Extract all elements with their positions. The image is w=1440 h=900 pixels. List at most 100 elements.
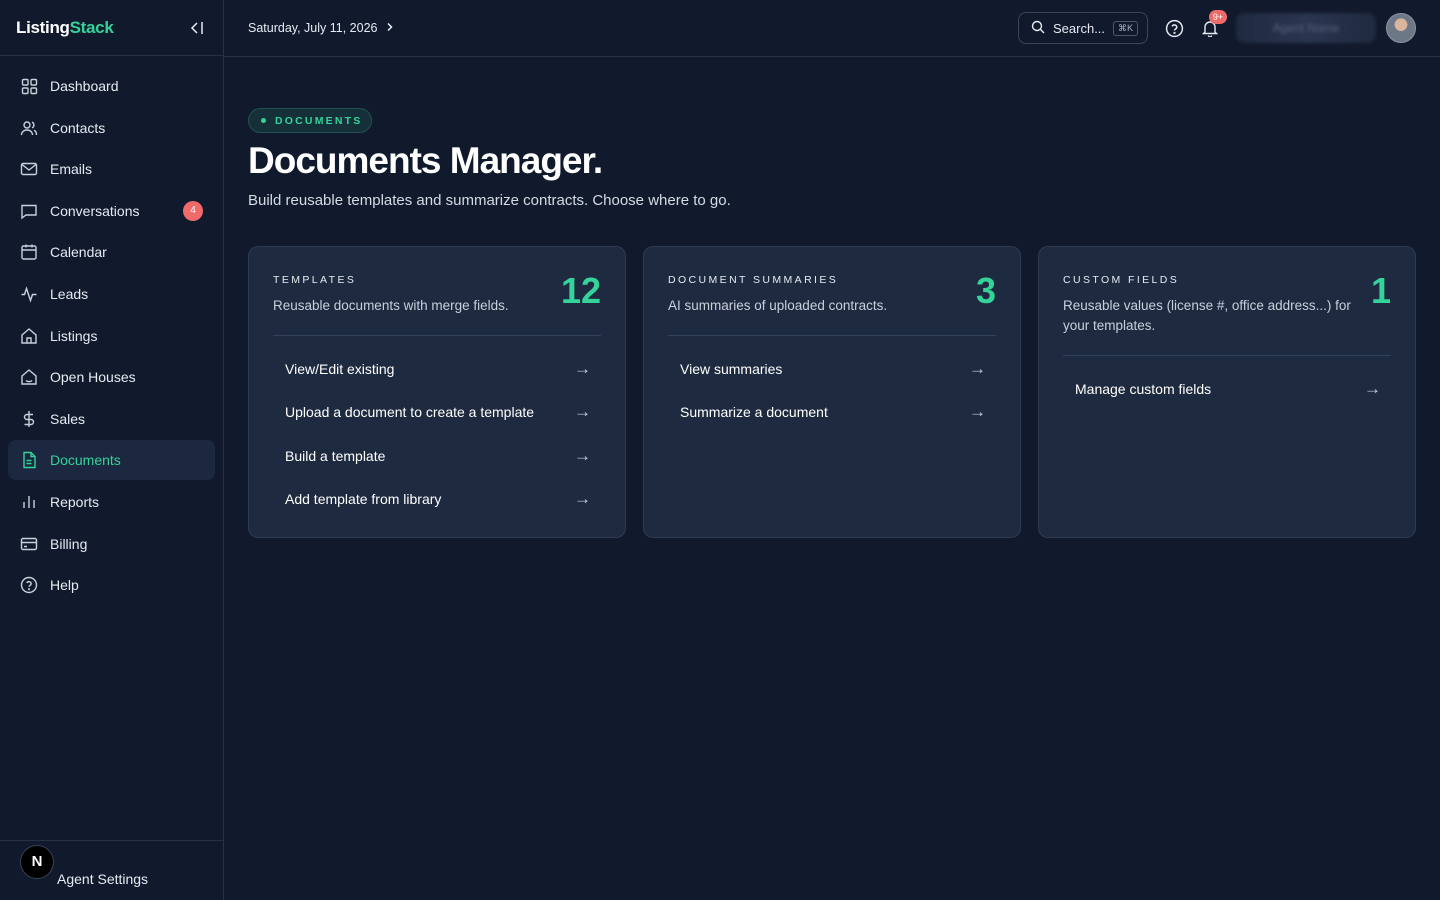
user-avatar[interactable] [1386,13,1416,43]
link-label: View summaries [680,360,783,377]
current-date: Saturday, July 11, 2026 [248,21,378,35]
top-header: Saturday, July 11, 2026 Search... ⌘K 9+ … [224,0,1440,57]
collapse-sidebar-icon[interactable] [187,18,207,38]
sidebar-item-listings[interactable]: Listings [8,316,215,356]
card-label: CUSTOM FIELDS [1063,274,1180,286]
upload-document-template-link[interactable]: Upload a document to create a template → [273,391,601,435]
sidebar-item-conversations[interactable]: Conversations 4 [8,191,215,231]
brand-bar: ListingStack [0,0,223,56]
brand-logo-part2: Stack [69,17,114,37]
section-tag: DOCUMENTS [248,108,372,133]
sidebar-item-label: Help [50,577,79,594]
chat-icon [20,202,38,220]
sidebar-item-dashboard[interactable]: Dashboard [8,66,215,106]
view-summaries-link[interactable]: View summaries → [668,347,996,391]
sidebar-item-label: Dashboard [50,78,119,94]
arrow-right-icon: → [1364,378,1381,398]
view-edit-templates-link[interactable]: View/Edit existing → [273,347,601,391]
page-title: Documents Manager. [248,140,603,181]
arrow-right-icon: → [969,402,986,422]
notifications-badge: 9+ [1209,10,1227,24]
activity-icon [20,285,38,303]
status-dot [261,118,266,123]
search-shortcut: ⌘K [1113,20,1139,36]
card-header: DOCUMENT SUMMARIES AI summaries of uploa… [668,271,996,336]
brand-logo[interactable]: ListingStack [16,18,114,38]
summarize-document-link[interactable]: Summarize a document → [668,391,996,435]
help-icon [20,576,38,594]
sidebar-item-label: Open Houses [50,369,136,386]
chevron-right-icon [385,21,395,35]
contacts-icon [20,119,38,137]
sidebar-item-open-houses[interactable]: Open Houses [8,357,215,397]
page-subtitle: Build reusable templates and summarize c… [248,192,731,209]
sidebar-item-label: Sales [50,410,86,427]
arrow-right-icon: → [969,358,986,378]
card-description: AI summaries of uploaded contracts. [668,298,888,313]
card-links: View/Edit existing → Upload a document to… [273,336,601,521]
sidebar-item-label: Listings [50,327,98,344]
manage-custom-fields-link[interactable]: Manage custom fields → [1063,367,1391,411]
card-label: DOCUMENT SUMMARIES [668,274,839,286]
bell-icon[interactable]: 9+ [1200,10,1227,38]
search-icon [1031,20,1045,37]
arrow-right-icon: → [574,402,591,422]
arrow-right-icon: → [574,358,591,378]
card-header: TEMPLATES Reusable documents with merge … [273,271,601,336]
link-label: Add template from library [285,491,442,508]
agent-settings-link[interactable]: Agent Settings [57,871,148,887]
credit-card-icon [20,535,38,553]
link-label: Upload a document to create a template [285,404,535,421]
document-icon [20,451,38,469]
link-label: Manage custom fields [1075,380,1212,397]
sidebar: ListingStack Dashboard Contacts Emails C… [0,0,224,900]
sidebar-item-label: Reports [50,493,100,510]
card-description: Reusable documents with merge fields. [273,298,509,313]
sidebar-item-contacts[interactable]: Contacts [8,108,215,148]
sidebar-nav: Dashboard Contacts Emails Conversations … [0,56,223,605]
link-label: Build a template [285,447,386,464]
card-grid: TEMPLATES Reusable documents with merge … [248,246,1416,538]
sidebar-item-emails[interactable]: Emails [8,149,215,189]
sidebar-item-label: Contacts [50,119,106,136]
arrow-right-icon: → [574,489,591,509]
add-template-library-link[interactable]: Add template from library → [273,478,601,522]
dashboard-icon [20,77,38,95]
sidebar-item-reports[interactable]: Reports [8,482,215,522]
sidebar-item-billing[interactable]: Billing [8,524,215,564]
link-label: View/Edit existing [285,360,395,377]
conversations-badge: 4 [183,200,203,221]
section-tag-label: DOCUMENTS [275,114,363,127]
agent-avatar[interactable]: N [20,844,54,879]
sidebar-item-help[interactable]: Help [8,565,215,605]
sidebar-item-label: Calendar [50,244,107,261]
card-links: Manage custom fields → [1063,356,1391,411]
bar-chart-icon [20,493,38,511]
open-house-icon [20,368,38,386]
sidebar-item-sales[interactable]: Sales [8,399,215,439]
search-button[interactable]: Search... ⌘K [1018,12,1148,44]
header-actions: Search... ⌘K 9+ Agent Name [1018,10,1416,44]
templates-count: 12 [560,270,601,311]
date-selector[interactable]: Saturday, July 11, 2026 [248,21,395,35]
link-label: Summarize a document [680,404,828,421]
main-content: DOCUMENTS Documents Manager. Build reusa… [248,57,1416,538]
card-links: View summaries → Summarize a document → [668,336,996,434]
sidebar-footer: N Agent Settings [0,840,223,900]
build-template-link[interactable]: Build a template → [273,434,601,478]
card-label: TEMPLATES [273,274,357,286]
arrow-right-icon: → [574,445,591,465]
sidebar-item-label: Conversations [50,202,140,219]
user-name-blurred[interactable]: Agent Name [1236,13,1376,43]
sidebar-item-label: Emails [50,161,93,178]
custom-fields-card: CUSTOM FIELDS Reusable values (license #… [1038,246,1416,538]
sidebar-item-label: Leads [50,285,89,302]
sidebar-item-label: Billing [50,535,88,552]
sidebar-item-leads[interactable]: Leads [8,274,215,314]
sidebar-item-calendar[interactable]: Calendar [8,232,215,272]
document-summaries-card: DOCUMENT SUMMARIES AI summaries of uploa… [643,246,1021,538]
help-circle-icon[interactable] [1164,18,1184,38]
custom-fields-count: 1 [1370,270,1391,311]
calendar-icon [20,243,38,261]
sidebar-item-documents[interactable]: Documents [8,440,215,481]
